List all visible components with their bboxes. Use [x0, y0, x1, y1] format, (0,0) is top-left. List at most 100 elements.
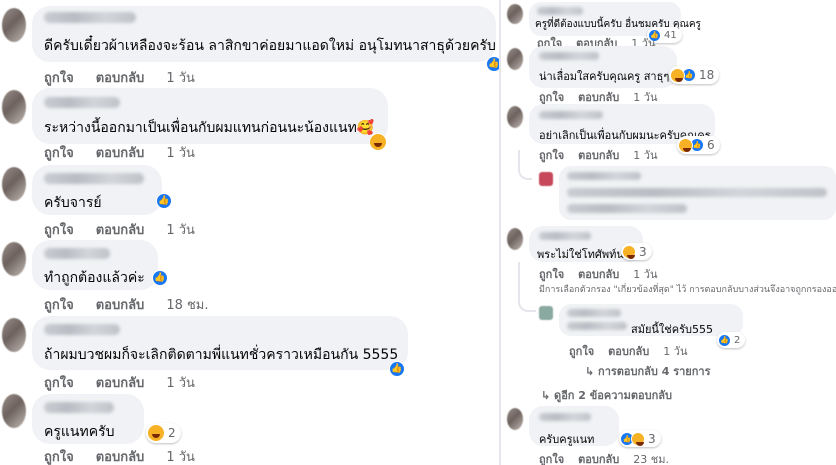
commenter-name[interactable]: [537, 7, 583, 15]
reaction-count: 18: [699, 68, 715, 82]
avatar[interactable]: [2, 318, 26, 352]
thread-connector: [518, 150, 532, 180]
avatar[interactable]: [507, 228, 523, 250]
comment-text: ครับครูแนท: [539, 433, 595, 446]
comment-actions: ถูกใจ ตอบกลับ 23 ชม.: [539, 450, 683, 465]
blurred-text: [567, 188, 827, 197]
reply-button[interactable]: ตอบกลับ: [96, 294, 145, 315]
like-button[interactable]: ถูกใจ: [569, 342, 594, 360]
reply-button[interactable]: ตอบกลับ: [96, 446, 145, 465]
comment-actions: ถูกใจ ตอบกลับ 18 ชม.: [44, 294, 231, 315]
commenter-name[interactable]: [44, 402, 114, 413]
timestamp[interactable]: 18 ชม.: [166, 294, 208, 315]
timestamp[interactable]: 1 วัน: [633, 265, 657, 283]
avatar[interactable]: [507, 4, 523, 24]
timestamp[interactable]: 1 วัน: [663, 342, 687, 360]
filter-note: มีการเลือกตัวกรอง "เกี่ยวข้องที่สุด" ไว้…: [539, 285, 836, 295]
reply-button[interactable]: ตอบกลับ: [96, 142, 145, 163]
commenter-name[interactable]: [44, 173, 144, 184]
timestamp[interactable]: 1 วัน: [166, 67, 195, 88]
reaction-count: 3: [639, 244, 647, 259]
comment-text: น่าเลื่อมใสครับคุณครู สาธุๆ: [539, 70, 670, 83]
reply-button[interactable]: ตอบกลับ: [96, 67, 145, 88]
like-button[interactable]: ถูกใจ: [539, 450, 564, 465]
reply-button[interactable]: ตอบกลับ: [578, 265, 619, 283]
commenter-name[interactable]: [539, 232, 591, 240]
view-more-replies-link[interactable]: ↳ ดูอีก 2 ข้อความตอบกลับ: [541, 386, 672, 404]
reaction-badge[interactable]: 👍 3: [619, 430, 661, 447]
avatar[interactable]: [2, 242, 26, 276]
blurred-text: [567, 204, 687, 213]
comment-actions: ถูกใจ ตอบกลับ 1 วัน: [44, 67, 217, 88]
haha-icon: [622, 244, 636, 259]
timestamp[interactable]: 1 วัน: [166, 219, 195, 240]
haha-icon: [670, 67, 685, 83]
avatar[interactable]: [507, 48, 523, 70]
reaction-badge[interactable]: 2: [146, 423, 181, 443]
reaction-count: 6: [707, 138, 715, 152]
like-button[interactable]: ถูกใจ: [44, 294, 74, 315]
comment-text: ครับจารย์: [44, 195, 102, 211]
timestamp[interactable]: 1 วัน: [166, 446, 195, 465]
haha-icon[interactable]: [369, 133, 387, 151]
commenter-name[interactable]: [44, 12, 136, 23]
comment-actions: ถูกใจ ตอบกลับ 1 วัน: [44, 219, 217, 240]
like-button[interactable]: ถูกใจ: [44, 372, 74, 393]
comment-actions: ถูกใจ ตอบกลับ 1 วัน: [539, 146, 671, 164]
commenter-name[interactable]: [567, 172, 641, 180]
reaction-count: 2: [734, 334, 741, 346]
reaction-badge[interactable]: 3: [621, 243, 652, 260]
reaction-count: 3: [648, 431, 656, 446]
avatar[interactable]: [2, 394, 26, 428]
right-comments-panel: ครูที่ดีต้องแบบนี้ครับ อื่นชมครับ คุณครู…: [501, 0, 836, 465]
timestamp[interactable]: 23 ชม.: [633, 450, 669, 465]
more-replies-link[interactable]: ↳ การตอบกลับ 4 รายการ: [585, 362, 711, 380]
avatar[interactable]: [539, 172, 553, 186]
reply-button[interactable]: ตอบกลับ: [578, 146, 619, 164]
commenter-name[interactable]: [567, 309, 621, 317]
reply-button[interactable]: ตอบกลับ: [96, 219, 145, 240]
comment-text: ทำถูกต้องแล้วค่ะ: [44, 270, 145, 286]
like-button[interactable]: ถูกใจ: [44, 219, 74, 240]
comment-actions: ถูกใจ ตอบกลับ 1 วัน: [44, 446, 217, 465]
commenter-name[interactable]: [539, 52, 599, 60]
commenter-name[interactable]: [44, 248, 110, 259]
like-icon[interactable]: 👍: [389, 361, 405, 377]
comment-text: ครูแนทครับ: [44, 424, 115, 440]
comment-actions: ถูกใจ ตอบกลับ 1 วัน: [569, 342, 701, 360]
timestamp[interactable]: 1 วัน: [166, 372, 195, 393]
reply-button[interactable]: ตอบกลับ: [608, 342, 649, 360]
avatar[interactable]: [507, 106, 523, 128]
reaction-badge[interactable]: 👍 2: [717, 332, 746, 348]
commenter-name[interactable]: [539, 413, 591, 421]
timestamp[interactable]: 1 วัน: [633, 146, 657, 164]
reaction-badge[interactable]: 👍 6: [677, 136, 720, 154]
avatar[interactable]: [2, 167, 26, 201]
comment-actions: ถูกใจ ตอบกลับ 1 วัน: [44, 372, 217, 393]
avatar[interactable]: [2, 90, 26, 124]
comment-text: ดีครับเดี๋ยวผ้าเหลืองจะร้อน ลาสิกขาค่อยม…: [44, 38, 496, 54]
reply-button[interactable]: ตอบกลับ: [96, 372, 145, 393]
avatar[interactable]: [507, 408, 523, 430]
reply-button[interactable]: ตอบกลับ: [578, 450, 619, 465]
reaction-badge[interactable]: 👍 18: [669, 66, 720, 84]
like-icon[interactable]: 👍: [156, 193, 172, 209]
avatar[interactable]: [539, 306, 553, 320]
like-button[interactable]: ถูกใจ: [44, 142, 74, 163]
timestamp[interactable]: 1 วัน: [166, 142, 195, 163]
comment-text: ถ้าผมบวชผมก็จะเลิกติดตามพี่แนทชั่วคราวเห…: [44, 347, 399, 363]
like-icon: 👍: [718, 333, 731, 347]
left-comments-panel: ดีครับเดี๋ยวผ้าเหลืองจะร้อน ลาสิกขาค่อยม…: [0, 0, 500, 465]
avatar[interactable]: [2, 8, 26, 42]
like-button[interactable]: ถูกใจ: [539, 146, 564, 164]
like-icon[interactable]: 👍: [486, 56, 500, 72]
commenter-name[interactable]: [44, 97, 120, 108]
commenter-name[interactable]: [44, 324, 120, 335]
comment-actions: ถูกใจ ตอบกลับ 1 วัน: [539, 265, 671, 283]
like-button[interactable]: ถูกใจ: [44, 446, 74, 465]
like-button[interactable]: ถูกใจ: [44, 67, 74, 88]
commenter-name[interactable]: [539, 111, 603, 119]
haha-icon: [147, 424, 165, 442]
like-button[interactable]: ถูกใจ: [539, 265, 564, 283]
like-icon[interactable]: 👍: [152, 270, 168, 286]
